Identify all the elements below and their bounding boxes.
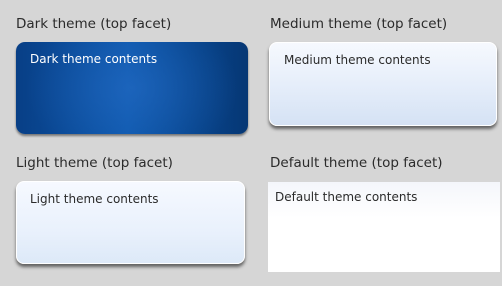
medium-theme-panel: Medium theme contents <box>269 42 497 126</box>
light-theme-label: Light theme (top facet) <box>16 155 173 171</box>
medium-theme-label: Medium theme (top facet) <box>270 16 448 32</box>
dark-theme-contents: Dark theme contents <box>30 52 158 66</box>
default-theme-panel: Default theme contents <box>268 182 500 272</box>
dark-theme-label: Dark theme (top facet) <box>16 16 172 32</box>
light-theme-contents: Light theme contents <box>30 192 159 206</box>
medium-theme-contents: Medium theme contents <box>284 53 431 67</box>
light-theme-panel: Light theme contents <box>16 181 245 264</box>
default-theme-contents: Default theme contents <box>275 190 418 204</box>
default-theme-label: Default theme (top facet) <box>270 155 443 171</box>
dark-theme-panel: Dark theme contents <box>16 42 248 134</box>
